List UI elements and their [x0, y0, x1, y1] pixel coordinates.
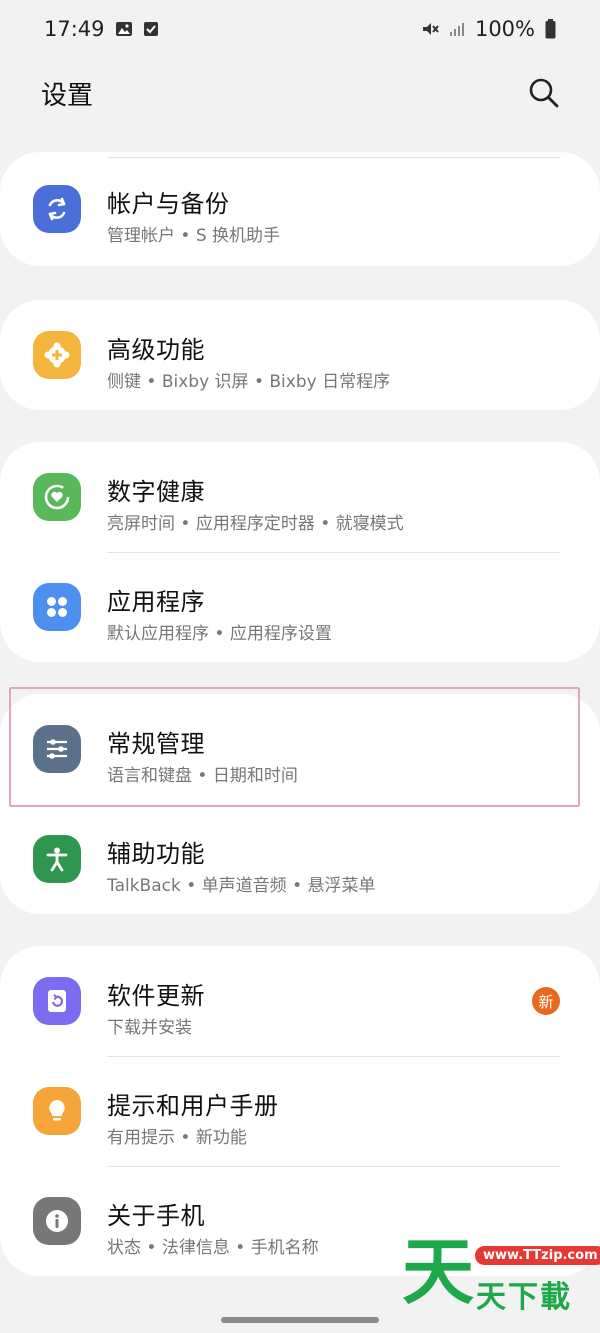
header: 设置 [0, 62, 600, 124]
watermark-logo: 天 www.TTzip.com 天下載 [402, 1230, 600, 1315]
settings-card-advanced: 高级功能 侧键 • Bixby 识屏 • Bixby 日常程序 [0, 300, 600, 410]
settings-card-about: 软件更新 下载并安装 新 提示和用户手册 有用提示 • 新功能 关于手机 状态 … [0, 946, 600, 1276]
setting-subtitle: 下载并安装 [107, 1018, 192, 1038]
settings-card-wellbeing-apps: 数字健康 亮屏时间 • 应用程序定时器 • 就寝模式 应用程序 默认应用程序 •… [0, 442, 600, 662]
page-title: 设置 [41, 80, 94, 111]
setting-subtitle: 侧键 • Bixby 识屏 • Bixby 日常程序 [107, 372, 391, 392]
mute-icon [421, 20, 439, 38]
setting-title: 数字健康 [107, 478, 205, 506]
signal-icon [449, 21, 465, 37]
setting-subtitle: 状态 • 法律信息 • 手机名称 [107, 1238, 319, 1258]
search-icon [529, 78, 559, 108]
status-bar: 17:49 100% [0, 0, 600, 58]
gear-plus-icon [33, 331, 81, 379]
setting-title: 软件更新 [107, 982, 205, 1010]
search-button[interactable] [524, 73, 564, 113]
battery-icon [545, 19, 556, 39]
setting-title: 关于手机 [107, 1202, 205, 1230]
setting-software-update[interactable]: 软件更新 下载并安装 新 [0, 946, 600, 1056]
info-icon [33, 1197, 81, 1245]
setting-accessibility[interactable]: 辅助功能 TalkBack • 单声道音频 • 悬浮菜单 [0, 804, 600, 914]
watermark-url: www.TTzip.com [475, 1246, 600, 1265]
selection-highlight [9, 687, 580, 807]
setting-title: 辅助功能 [107, 840, 205, 868]
watermark-big: 天 [402, 1230, 475, 1314]
setting-subtitle: 默认应用程序 • 应用程序设置 [107, 624, 332, 644]
setting-apps[interactable]: 应用程序 默认应用程序 • 应用程序设置 [0, 552, 600, 662]
setting-accounts-backup[interactable]: 帐户与备份 管理帐户 • S 换机助手 [0, 154, 600, 264]
setting-subtitle: 有用提示 • 新功能 [107, 1128, 247, 1148]
lightbulb-icon [33, 1087, 81, 1135]
setting-advanced-features[interactable]: 高级功能 侧键 • Bixby 识屏 • Bixby 日常程序 [0, 300, 600, 410]
battery-percent: 100% [474, 17, 535, 41]
settings-card-accounts: 帐户与备份 管理帐户 • S 换机助手 [0, 152, 600, 266]
setting-tips-manual[interactable]: 提示和用户手册 有用提示 • 新功能 [0, 1056, 600, 1166]
setting-title: 帐户与备份 [107, 190, 230, 218]
watermark-text: 天下載 [476, 1280, 572, 1315]
setting-subtitle: TalkBack • 单声道音频 • 悬浮菜单 [107, 876, 376, 896]
setting-subtitle: 亮屏时间 • 应用程序定时器 • 就寝模式 [107, 514, 404, 534]
apps-grid-icon [33, 583, 81, 631]
setting-title: 提示和用户手册 [107, 1092, 279, 1120]
update-icon [33, 977, 81, 1025]
setting-title: 应用程序 [107, 588, 205, 616]
setting-title: 高级功能 [107, 336, 205, 364]
image-icon [115, 21, 133, 37]
heart-circle-icon [33, 473, 81, 521]
gesture-nav-bar[interactable] [221, 1317, 379, 1323]
status-time: 17:49 [44, 17, 105, 41]
checkbox-icon [143, 21, 159, 37]
sync-icon [33, 185, 81, 233]
accessibility-icon [33, 835, 81, 883]
setting-digital-wellbeing[interactable]: 数字健康 亮屏时间 • 应用程序定时器 • 就寝模式 [0, 442, 600, 552]
new-badge: 新 [532, 987, 560, 1015]
setting-subtitle: 管理帐户 • S 换机助手 [107, 226, 281, 246]
